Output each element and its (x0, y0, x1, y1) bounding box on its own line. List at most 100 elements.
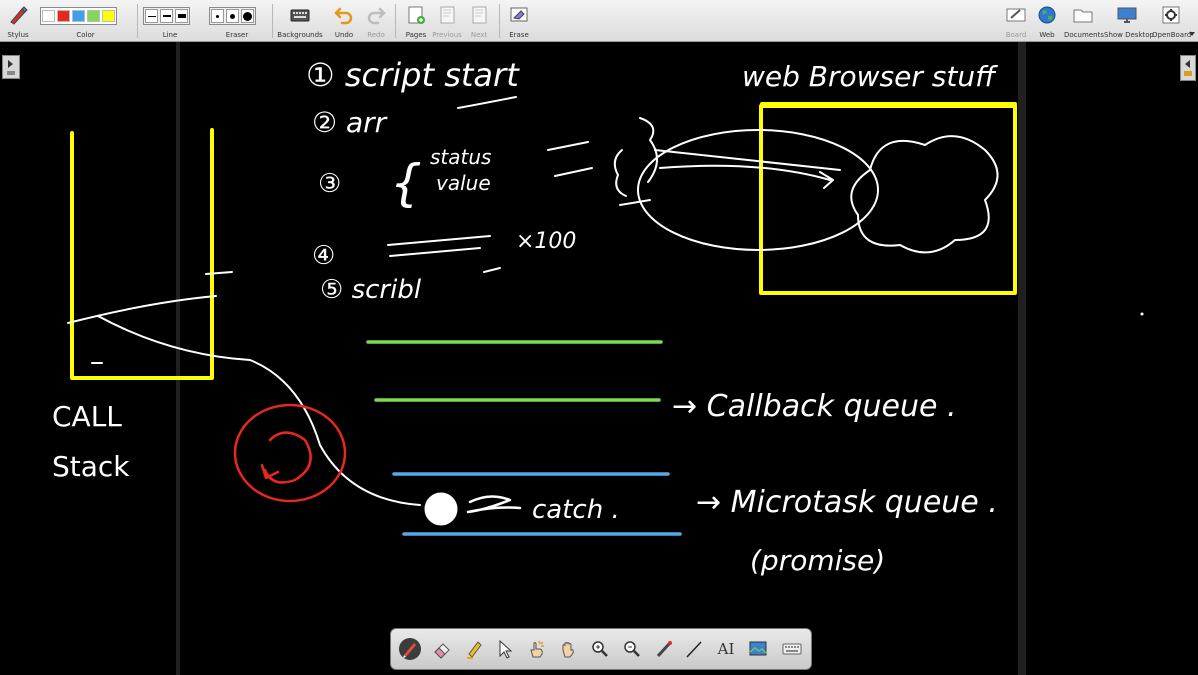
previous-page-icon (440, 6, 455, 24)
eraser-small-option[interactable] (211, 9, 224, 23)
backgrounds-label: Backgrounds (277, 31, 323, 39)
color-swatch-white[interactable] (42, 10, 55, 22)
line-thin-option[interactable] (145, 9, 158, 23)
board-label: Board (1005, 31, 1027, 39)
main-toolbar: Stylus Color Line Eraser Backgrounds Und… (0, 0, 1198, 42)
backgrounds-button[interactable]: Backgrounds (277, 0, 323, 42)
open-brace: { (390, 154, 422, 212)
step4-text: ④ (312, 241, 335, 271)
play-tool[interactable] (525, 638, 547, 660)
line-medium-option[interactable] (160, 9, 173, 23)
web-button[interactable]: Web (1034, 0, 1060, 42)
zoom-out-tool[interactable] (621, 638, 643, 660)
pen-tool[interactable] (399, 638, 421, 660)
step5-dash (483, 267, 501, 273)
undo-button[interactable]: Undo (330, 0, 358, 42)
cursor-icon (499, 639, 513, 659)
redo-label: Redo (367, 31, 385, 39)
line-label: Line (162, 31, 178, 39)
zoom-out-icon (624, 641, 640, 657)
web-browser-text: web Browser stuff (742, 60, 998, 93)
eraser-size-picker[interactable] (209, 7, 256, 25)
eraser-icon (434, 643, 450, 659)
redo-icon (367, 7, 386, 25)
eraser-large-option[interactable] (241, 9, 254, 23)
board-button[interactable]: Board (1003, 0, 1029, 42)
undo-icon (334, 7, 353, 25)
line-width-picker[interactable] (143, 7, 190, 25)
eraser-tool[interactable]: Eraser (206, 0, 268, 42)
pages-label: Pages (405, 31, 427, 39)
color-palette[interactable] (40, 7, 117, 25)
step3-text: ③ (318, 169, 341, 199)
stylus-icon (10, 6, 28, 25)
openboard-menu-button[interactable]: OpenBoard (1152, 0, 1192, 42)
line-icon (686, 641, 702, 658)
arrow-into-browser (654, 149, 841, 189)
event-loop-path (97, 315, 421, 506)
step1-text: ① script start (306, 56, 520, 94)
monitor-icon (1117, 7, 1137, 23)
line-thick-option[interactable] (175, 9, 188, 23)
hand-icon (562, 642, 574, 658)
promise-text: (promise) (750, 544, 885, 577)
new-page-icon (408, 6, 425, 24)
undo-label: Undo (334, 31, 354, 39)
laser-pointer-tool[interactable] (653, 638, 675, 660)
toolbar-separator (137, 4, 138, 38)
value-text: value (436, 171, 491, 195)
eraser-label: Eraser (225, 31, 249, 39)
line-tool[interactable]: Line (142, 0, 198, 42)
struck-text-scribble (466, 495, 522, 514)
pages-button[interactable]: Pages (401, 0, 431, 42)
step5-text: ⑤ scribl (320, 275, 422, 305)
documents-button[interactable]: Documents (1064, 0, 1104, 42)
braces-scribble (613, 117, 658, 197)
zoom-in-tool[interactable] (589, 638, 611, 660)
toolbar-separator (272, 4, 273, 38)
toolbar-separator (499, 4, 500, 38)
interact-hand-icon (530, 640, 544, 658)
color-swatch-yellow[interactable] (102, 10, 115, 22)
virtual-keyboard-tool[interactable] (781, 638, 803, 660)
catch-text: catch . (532, 495, 620, 525)
chevron-down-icon[interactable] (1189, 32, 1195, 36)
next-page-button[interactable]: Next (464, 0, 494, 42)
show-desktop-button[interactable]: Show Desktop (1104, 0, 1154, 42)
cloud-scribble (850, 135, 999, 254)
toolbar-separator (395, 4, 396, 38)
line-tool-button[interactable] (683, 638, 705, 660)
capture-icon (749, 641, 767, 656)
openboard-label: OpenBoard (1152, 31, 1192, 39)
keyboard-icon (782, 643, 802, 655)
capture-tool[interactable] (747, 638, 769, 660)
call-stack-stroke (67, 271, 233, 364)
documents-label: Documents (1064, 31, 1104, 39)
stack-text: Stack (52, 450, 130, 483)
previous-page-button[interactable]: Previous (432, 0, 462, 42)
color-swatch-green[interactable] (87, 10, 100, 22)
pen-icon (403, 643, 416, 658)
eraser-medium-option[interactable] (226, 9, 239, 23)
text-tool[interactable]: AI (715, 638, 737, 660)
redo-button[interactable]: Redo (362, 0, 390, 42)
color-swatch-red[interactable] (57, 10, 70, 22)
eraser-tool-button[interactable] (431, 638, 453, 660)
step2-text: ② arr (312, 106, 388, 139)
hand-tool[interactable] (557, 638, 579, 660)
microtask-queue-text: → Microtask queue . (696, 485, 998, 520)
stylus-label: Stylus (7, 31, 29, 39)
status-value-strokes (547, 141, 651, 206)
callback-queue-text: → Callback queue . (672, 389, 957, 424)
stylus-tool[interactable]: Stylus (2, 0, 34, 42)
marker-tool[interactable] (463, 638, 485, 660)
selector-tool[interactable] (493, 638, 515, 660)
show-desktop-label: Show Desktop (1104, 31, 1154, 39)
request-ellipse (637, 129, 879, 251)
erase-board-button[interactable]: Erase (504, 0, 534, 42)
color-swatch-blue[interactable] (72, 10, 85, 22)
drawing-board[interactable]: ① script start ② arr ③ { status value ④ … (0, 42, 1198, 675)
color-tool[interactable]: Color (38, 0, 133, 42)
event-loop-circle (233, 403, 347, 503)
laser-pointer-icon (656, 641, 672, 658)
